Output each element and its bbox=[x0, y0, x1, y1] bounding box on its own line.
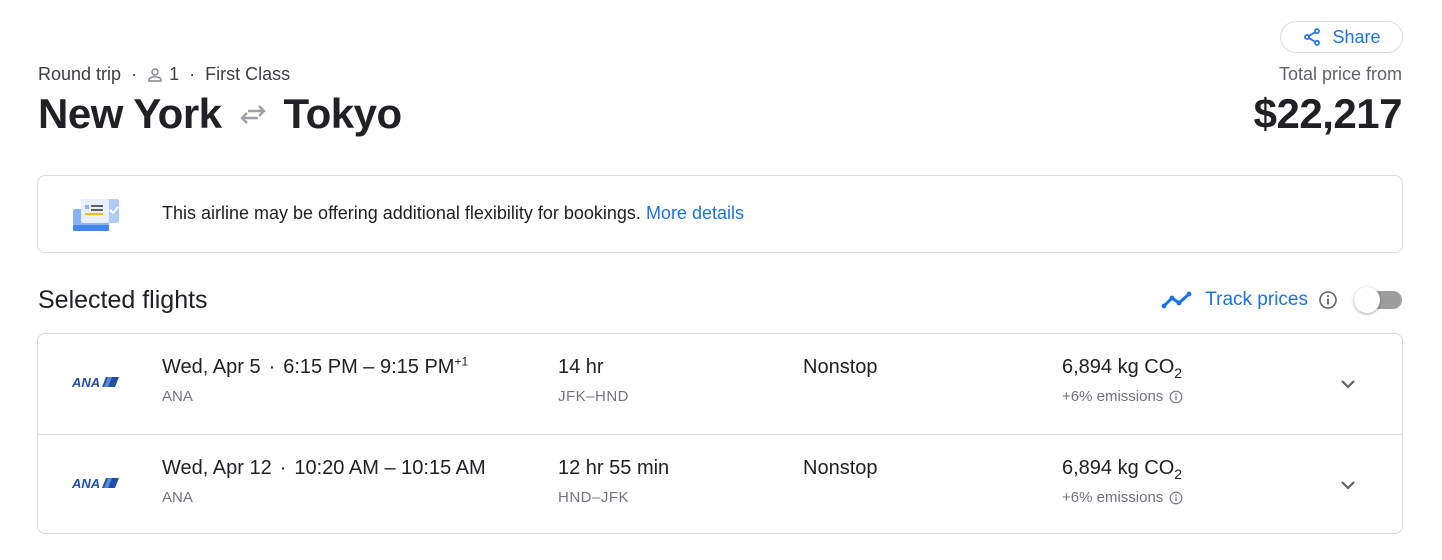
booking-flexibility-icon bbox=[73, 199, 119, 231]
day-offset: +1 bbox=[454, 354, 469, 369]
share-icon bbox=[1304, 28, 1321, 46]
ana-logo-icon: ANA bbox=[72, 375, 119, 390]
share-label: Share bbox=[1332, 26, 1381, 47]
flight-times: Wed, Apr 5 · 6:15 PM – 9:15 PM+1 bbox=[162, 354, 469, 378]
flight-times: Wed, Apr 12 · 10:20 AM – 10:15 AM bbox=[162, 457, 486, 479]
ana-logo-icon: ANA bbox=[72, 476, 119, 491]
share-button[interactable]: Share bbox=[1280, 21, 1403, 53]
separator-dot: · bbox=[279, 457, 287, 479]
flight-duration: 12 hr 55 min bbox=[558, 457, 670, 479]
selected-flights-heading: Selected flights bbox=[38, 286, 208, 314]
chevron-down-icon[interactable] bbox=[1336, 473, 1360, 497]
depart-time: 6:15 PM bbox=[283, 356, 358, 378]
co2-amount: 6,894 kg CO2 bbox=[1062, 356, 1183, 381]
total-price: $22,217 bbox=[1253, 90, 1403, 137]
airline-name: ANA bbox=[162, 388, 193, 405]
price-label: Total price from bbox=[1278, 64, 1402, 84]
flight-duration: 14 hr bbox=[558, 356, 604, 378]
co2-value: 6,894 kg CO bbox=[1062, 356, 1175, 378]
depart-time: 10:20 AM bbox=[294, 457, 379, 479]
emissions-text: +6% emissions bbox=[1062, 388, 1164, 405]
origin-city: New York bbox=[38, 90, 222, 137]
arrive-time: 9:15 PM bbox=[379, 356, 455, 378]
trip-type: Round trip bbox=[38, 64, 122, 84]
airline-name: ANA bbox=[162, 489, 193, 506]
co2-subscript: 2 bbox=[1174, 466, 1183, 482]
toggle-knob bbox=[1354, 287, 1380, 313]
notice-text: This airline may be offering additional … bbox=[162, 203, 744, 224]
svg-text:ANA: ANA bbox=[72, 375, 100, 390]
co2-value: 6,894 kg CO bbox=[1062, 457, 1175, 479]
destination-city: Tokyo bbox=[283, 90, 403, 137]
arrive-time: 10:15 AM bbox=[401, 457, 486, 479]
trip-summary: Round trip · 1 · First Class bbox=[38, 64, 290, 85]
cabin-class: First Class bbox=[205, 64, 291, 84]
flexibility-notice: This airline may be offering additional … bbox=[37, 175, 1403, 253]
passenger-number: 1 bbox=[169, 64, 180, 84]
route-title: New York Tokyo bbox=[38, 90, 402, 138]
flight-airports: HND–JFK bbox=[558, 489, 630, 506]
passenger-count: 1 bbox=[147, 64, 179, 85]
emissions-delta: +6% emissions bbox=[1062, 388, 1183, 405]
flight-stops: Nonstop bbox=[803, 457, 878, 479]
separator-dot: · bbox=[131, 64, 138, 84]
track-prices: Track prices bbox=[1161, 286, 1402, 314]
flight-row-outbound[interactable]: ANA Wed, Apr 5 · 6:15 PM – 9:15 PM+1 ANA 1… bbox=[38, 334, 1402, 434]
trending-icon bbox=[1161, 291, 1192, 309]
svg-text:ANA: ANA bbox=[72, 476, 100, 491]
track-prices-label[interactable]: Track prices bbox=[1205, 289, 1308, 311]
flight-stops: Nonstop bbox=[803, 356, 878, 378]
info-icon[interactable] bbox=[1169, 390, 1183, 404]
flight-row-return[interactable]: ANA Wed, Apr 12 · 10:20 AM – 10:15 AM ANA … bbox=[38, 434, 1402, 534]
info-icon[interactable] bbox=[1169, 491, 1183, 505]
separator-dot: · bbox=[268, 356, 276, 378]
more-details-link[interactable]: More details bbox=[646, 203, 744, 223]
round-trip-arrows-icon bbox=[239, 105, 266, 124]
notice-message: This airline may be offering additional … bbox=[162, 203, 641, 223]
flight-date: Wed, Apr 5 bbox=[162, 356, 261, 378]
chevron-down-icon[interactable] bbox=[1336, 372, 1360, 396]
co2-subscript: 2 bbox=[1174, 365, 1183, 381]
selected-flights-list: ANA Wed, Apr 5 · 6:15 PM – 9:15 PM+1 ANA 1… bbox=[37, 333, 1403, 534]
emissions-delta: +6% emissions bbox=[1062, 489, 1183, 506]
person-icon bbox=[148, 67, 162, 82]
flight-date: Wed, Apr 12 bbox=[162, 457, 272, 479]
flight-airports: JFK–HND bbox=[558, 388, 630, 405]
info-icon[interactable] bbox=[1318, 290, 1338, 310]
track-prices-toggle[interactable] bbox=[1354, 287, 1402, 313]
separator-dot: · bbox=[189, 64, 196, 84]
co2-amount: 6,894 kg CO2 bbox=[1062, 457, 1183, 482]
emissions-text: +6% emissions bbox=[1062, 489, 1164, 506]
